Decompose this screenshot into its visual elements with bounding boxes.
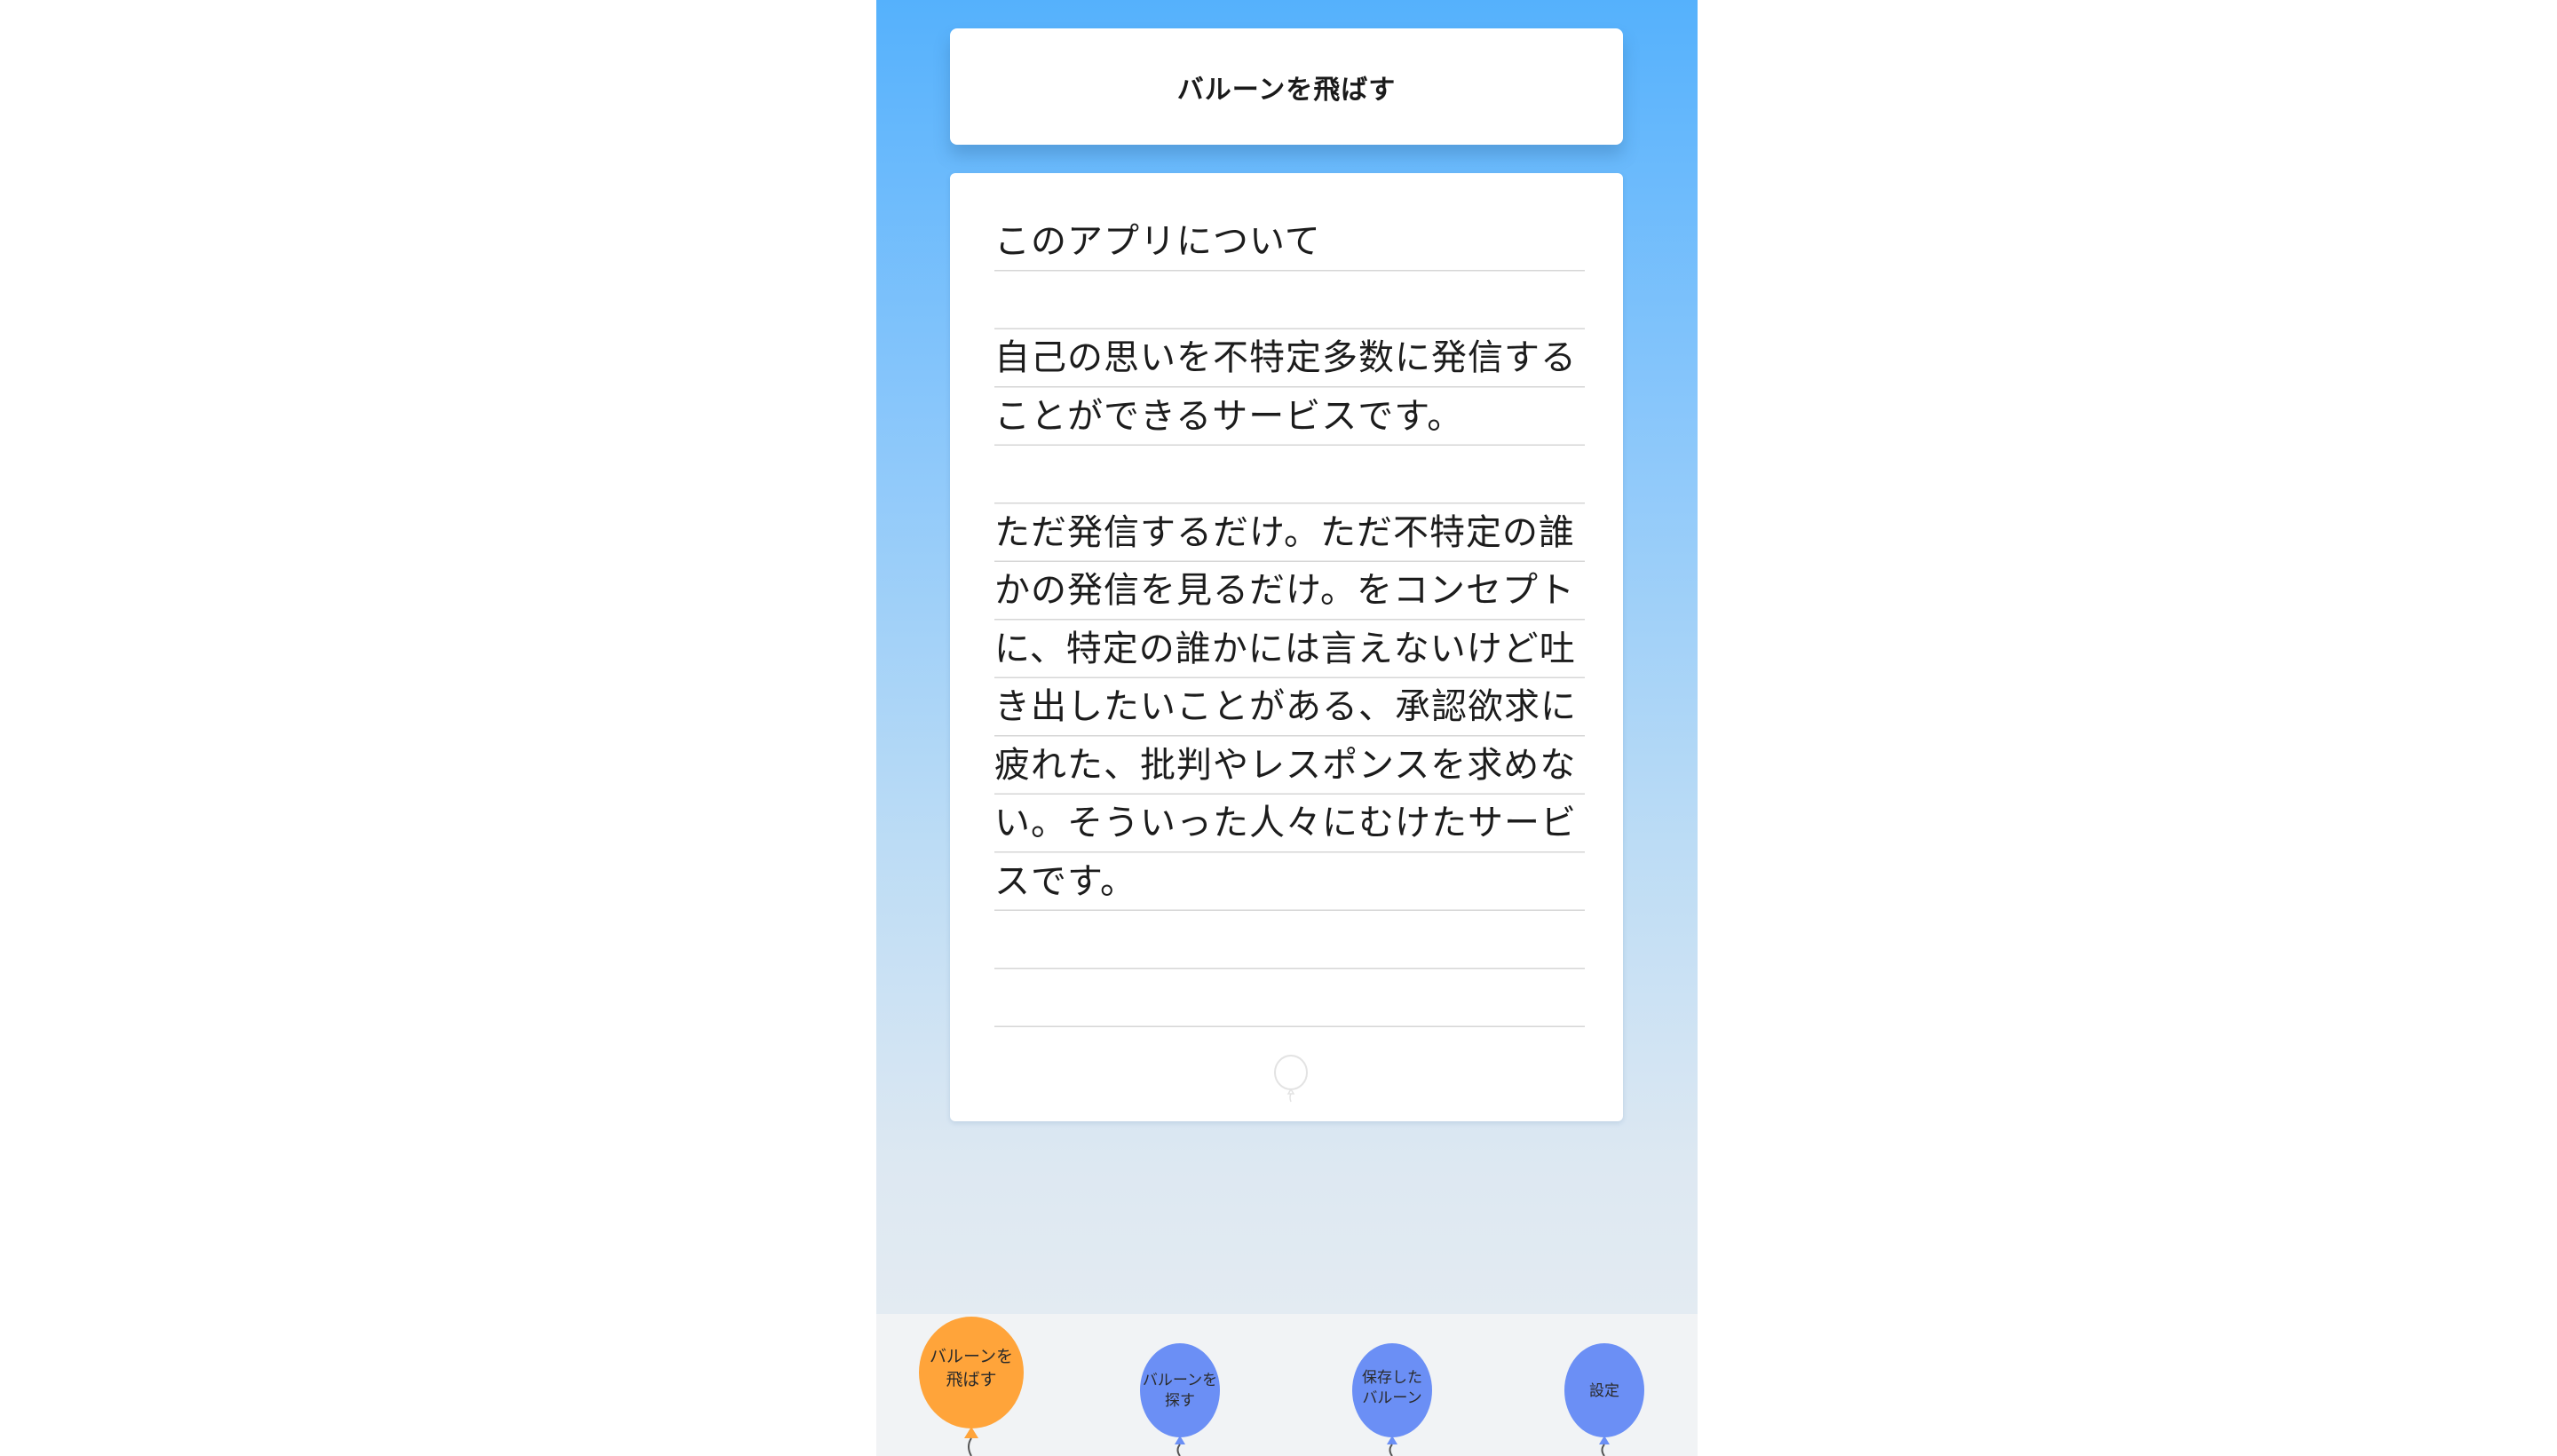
tab-launch-balloon[interactable]: バルーンを 飛ばす bbox=[909, 1314, 1033, 1456]
about-paragraph-1-line-1: 自己の思いを不特定多数に発信する bbox=[994, 337, 1577, 378]
about-paragraph-2-line-5: 疲れた、批判やレスポンスを求めな bbox=[994, 744, 1577, 786]
about-text: このアプリについて 自己の思いを不特定多数に発信する ことができるサービスです。… bbox=[994, 213, 1585, 1027]
tab-label-saved: 保存した バルーン bbox=[1362, 1369, 1422, 1407]
tab-label-settings: 設定 bbox=[1589, 1382, 1619, 1400]
tab-label-find: バルーンを 探す bbox=[1142, 1372, 1218, 1410]
header-card: バルーンを飛ばす bbox=[950, 28, 1623, 145]
tab-find-balloon[interactable]: バルーンを 探す bbox=[1118, 1314, 1242, 1456]
app-screen: バルーンを飛ばす このアプリについて 自己の思いを不特定多数に発信する ことがで… bbox=[876, 0, 1698, 1456]
about-card: このアプリについて 自己の思いを不特定多数に発信する ことができるサービスです。… bbox=[950, 173, 1623, 1121]
about-paragraph-1-line-2: ことができるサービスです。 bbox=[994, 395, 1464, 437]
tab-bar: バルーンを 飛ばす バルーンを 探す 保存した バルーン 設定 bbox=[876, 1314, 1698, 1456]
about-paragraph-2-line-4: き出したいことがある、承認欲求に bbox=[994, 686, 1577, 727]
about-paragraph-2-line-7: スです。 bbox=[994, 860, 1136, 902]
about-paragraph-2-line-1: ただ発信するだけ。ただ不特定の誰 bbox=[994, 511, 1575, 553]
page-title: バルーンを飛ばす bbox=[1176, 74, 1397, 106]
about-paragraph-2-line-2: かの発信を見るだけ。をコンセプト bbox=[994, 570, 1575, 611]
tab-saved-balloons[interactable]: 保存した バルーン bbox=[1330, 1314, 1454, 1456]
balloon-outline-icon bbox=[1274, 1055, 1308, 1103]
about-heading: このアプリについて bbox=[994, 221, 1321, 262]
about-paragraph-2-line-3: に、特定の誰かには言えないけど吐 bbox=[994, 628, 1576, 669]
tab-label-launch: バルーンを 飛ばす bbox=[929, 1347, 1014, 1389]
tab-settings[interactable]: 設定 bbox=[1542, 1314, 1666, 1456]
about-paragraph-2-line-6: い。そういった人々にむけたサービ bbox=[994, 803, 1577, 843]
